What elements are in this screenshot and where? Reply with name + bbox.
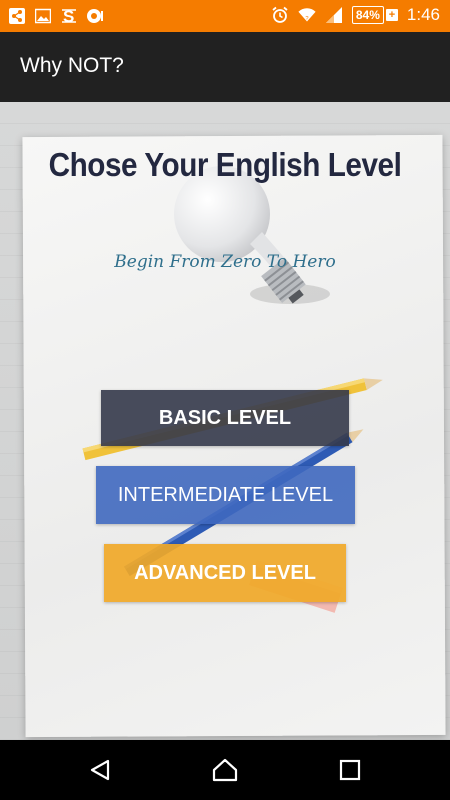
- wifi-icon: ?: [298, 6, 316, 24]
- app-bar: Why NOT?: [0, 32, 450, 102]
- level-selection-screen: Chose Your English Level Begin From Zero…: [0, 102, 450, 740]
- navigation-bar: [0, 740, 450, 800]
- back-icon[interactable]: [80, 752, 120, 788]
- home-icon[interactable]: [205, 752, 245, 788]
- advanced-level-button[interactable]: ADVANCED LEVEL: [104, 544, 346, 602]
- page-headline: Chose Your English Level: [48, 146, 402, 183]
- share-icon: [8, 7, 26, 25]
- status-bar: S ? 84% + 1:46: [0, 0, 450, 32]
- battery-indicator: 84% +: [351, 6, 398, 24]
- charging-icon: +: [385, 9, 398, 21]
- basic-level-button[interactable]: BASIC LEVEL: [101, 390, 349, 446]
- intermediate-level-button[interactable]: INTERMEDIATE LEVEL: [96, 466, 355, 524]
- s-app-icon: S: [60, 7, 78, 25]
- alarm-icon: [271, 6, 289, 24]
- recents-icon[interactable]: [330, 752, 370, 788]
- battery-level: 84%: [351, 6, 384, 24]
- image-icon: [34, 7, 52, 25]
- tagline: Begin From Zero To Hero: [114, 252, 336, 272]
- signal-icon: [325, 6, 343, 24]
- svg-text:?: ?: [305, 16, 308, 22]
- app-title: Why NOT?: [20, 54, 124, 77]
- circle-app-icon: [86, 7, 104, 25]
- clock: 1:46: [406, 5, 440, 24]
